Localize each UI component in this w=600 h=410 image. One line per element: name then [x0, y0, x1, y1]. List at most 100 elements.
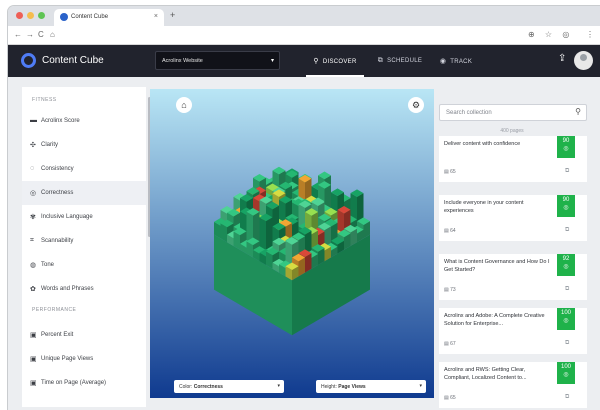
inclusive-icon: ✾ — [30, 214, 36, 221]
browser-window: Content Cube × + ← → C ⌂ ⊕ ☆ ◎ ⋮ Content… — [8, 6, 600, 410]
home-view-icon[interactable]: ⌂ — [176, 97, 192, 113]
reload-icon[interactable]: C — [38, 30, 44, 39]
schedule-icon: ⧉ — [377, 57, 384, 64]
page-count: 400 pages — [500, 128, 524, 134]
tab-track-label: TRACK — [450, 59, 473, 65]
settings-gear-icon[interactable]: ⚙ — [408, 97, 424, 113]
tab-discover-label: DISCOVER — [322, 59, 357, 65]
eye-icon: ◉ — [439, 58, 447, 65]
open-page-icon[interactable]: ⧉ — [565, 227, 569, 234]
back-icon[interactable]: ← — [14, 30, 22, 39]
sidebar-item-label: Consistency — [41, 166, 74, 172]
score-value: 92 — [562, 256, 570, 262]
search-collection-input[interactable]: Search collection ⚲ — [439, 104, 587, 121]
tab-schedule-label: SCHEDULE — [387, 58, 423, 64]
score-value: 90 — [562, 197, 570, 203]
card-title: What is Content Governance and How Do I … — [444, 259, 550, 273]
score-value: 90 — [562, 138, 570, 144]
search-icon[interactable]: ⚲ — [575, 107, 581, 116]
cube-canvas[interactable] — [150, 89, 434, 398]
new-tab-icon[interactable]: + — [170, 10, 175, 20]
browser-menu-icon[interactable]: ⋮ — [586, 30, 594, 39]
score-badge: 90 ◎ — [557, 136, 575, 158]
open-page-icon[interactable]: ⧉ — [565, 168, 569, 175]
sidebar-item-label: Words and Phrases — [41, 286, 94, 292]
browser-tab[interactable]: Content Cube × — [54, 9, 164, 26]
sidebar-item-clarity[interactable]: ✣ Clarity — [22, 133, 146, 157]
section-performance-title: PERFORMANCE — [32, 307, 77, 313]
card-title: Deliver content with confidence — [444, 141, 521, 147]
card-title: Acrolinx and RWS: Getting Clear, Complia… — [444, 367, 527, 381]
color-select-value: Correctness — [193, 384, 223, 390]
caret-down-icon: ▾ — [270, 58, 274, 64]
score-badge: 92 ◎ — [557, 254, 575, 276]
sidebar-item-inclusive-language[interactable]: ✾ Inclusive Language — [22, 205, 146, 229]
sidebar-item-consistency[interactable]: ◌ Consistency — [22, 157, 146, 181]
card-meta: ▤ 67 — [444, 341, 456, 347]
forward-icon[interactable]: → — [26, 30, 34, 39]
score-value: 100 — [560, 364, 571, 370]
tab-title: Content Cube — [71, 14, 109, 20]
tab-discover[interactable]: ⚲ DISCOVER — [306, 45, 364, 77]
sidebar-item-label: Clarity — [41, 142, 59, 148]
color-select[interactable]: Color: Correctness ▾ — [174, 380, 284, 393]
card-title: Include everyone in your content experie… — [444, 200, 524, 214]
height-select[interactable]: Height: Page Views ▾ — [316, 380, 426, 393]
close-window-dot[interactable] — [16, 12, 23, 19]
sidebar-item-scannability[interactable]: ⌗ Scannability — [22, 229, 146, 253]
collection-card[interactable]: Deliver content with confidence ▤ 65 90 ◎… — [439, 136, 587, 182]
avatar[interactable] — [574, 51, 593, 70]
score-badge: 90 ◎ — [557, 195, 575, 217]
close-tab-icon[interactable]: × — [154, 13, 158, 20]
collection-card[interactable]: Acrolinx and Adobe: A Complete Creative … — [439, 308, 587, 354]
share-icon[interactable]: ⇪ — [558, 53, 566, 64]
card-id: 67 — [450, 341, 456, 347]
address-bar: ← → C ⌂ ⊕ ☆ ◎ ⋮ — [8, 26, 600, 45]
score-value: 100 — [560, 310, 571, 316]
collection-card[interactable]: Include everyone in your content experie… — [439, 195, 587, 241]
target-icon: ◎ — [563, 146, 569, 152]
open-page-icon[interactable]: ⧉ — [565, 340, 569, 347]
tone-icon: ◍ — [30, 262, 37, 269]
sidebar-item-label: Unique Page Views — [41, 356, 94, 362]
home-icon[interactable]: ⌂ — [50, 30, 55, 39]
sidebar-item-words-and-phrases[interactable]: ✿ Words and Phrases — [22, 277, 146, 301]
search-icon: ⚲ — [313, 58, 319, 65]
sidebar-item-label: Scannability — [41, 238, 74, 244]
sidebar-item-acrolinx-score[interactable]: ▬ Acrolinx Score — [22, 109, 146, 133]
site-select[interactable]: Acrolinx Website ▾ — [155, 51, 280, 70]
sidebar-item-correctness[interactable]: ◎ Correctness — [22, 181, 146, 205]
cube-visualization[interactable]: ⌂ ⚙ Color: Correctness ▾ Height: Page Vi… — [150, 89, 434, 398]
sidebar-item-label: Correctness — [41, 190, 74, 196]
content-cube-logo-icon — [21, 53, 36, 68]
sidebar-item-tone[interactable]: ◍ Tone — [22, 253, 146, 277]
brand-name: Content Cube — [42, 55, 104, 66]
open-page-icon[interactable]: ⧉ — [565, 394, 569, 401]
card-meta: ▤ 73 — [444, 287, 456, 293]
main-content: FITNESS ▬ Acrolinx Score ✣ Clarity ◌ Consis… — [8, 77, 600, 410]
sidebar-item-label: Inclusive Language — [41, 214, 93, 220]
favicon-icon — [60, 13, 68, 21]
zoom-window-dot[interactable] — [38, 12, 45, 19]
words-icon: ✿ — [30, 286, 36, 293]
target-icon: ◎ — [563, 205, 569, 211]
sidebar-item-label: Percent Exit — [41, 332, 74, 338]
extension-icons[interactable]: ⊕ ☆ ◎ — [528, 30, 573, 39]
app-header: Content Cube Acrolinx Website ▾ ⚲ DISCOVE… — [8, 45, 600, 77]
sidebar-item-time-on-page[interactable]: ▣ Time on Page (Average) — [22, 371, 146, 395]
collection-card[interactable]: Acrolinx and RWS: Getting Clear, Complia… — [439, 362, 587, 408]
sidebar-item-percent-exit[interactable]: ▣ Percent Exit — [22, 323, 146, 347]
card-id: 73 — [450, 287, 456, 293]
sidebar-item-unique-page-views[interactable]: ▣ Unique Page Views — [22, 347, 146, 371]
views-icon: ▣ — [30, 356, 37, 363]
minimize-window-dot[interactable] — [27, 12, 34, 19]
sidebar-item-label: Tone — [41, 262, 55, 268]
tab-schedule[interactable]: ⧉ SCHEDULE — [370, 45, 430, 77]
height-select-label: Height: — [321, 384, 337, 390]
card-title: Acrolinx and Adobe: A Complete Creative … — [444, 313, 545, 327]
open-page-icon[interactable]: ⧉ — [565, 286, 569, 293]
score-icon: ▬ — [30, 117, 37, 124]
collection-card[interactable]: What is Content Governance and How Do I … — [439, 254, 587, 300]
section-fitness-title: FITNESS — [32, 97, 57, 103]
tab-track[interactable]: ◉ TRACK — [434, 45, 478, 77]
